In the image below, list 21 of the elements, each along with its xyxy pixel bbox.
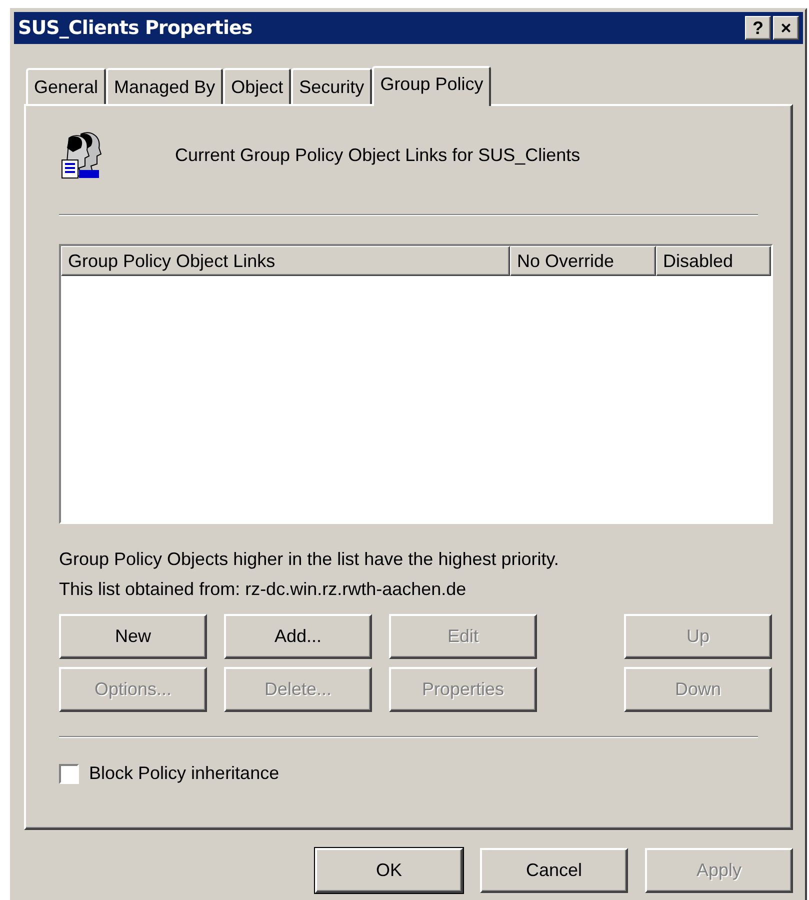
column-header[interactable]: Disabled [656, 246, 771, 276]
close-button[interactable]: × [773, 16, 799, 40]
default-button[interactable]: OK [315, 848, 463, 893]
window-title: SUS_Clients Properties [18, 16, 252, 41]
checkbox[interactable] [59, 764, 79, 784]
info-text: Group Policy Objects higher in the list have the highest priority. [59, 548, 560, 571]
tab[interactable]: Object [223, 68, 292, 104]
tab[interactable]: Security [291, 68, 372, 104]
tab[interactable]: Group Policy [372, 66, 492, 106]
help-button[interactable]: ? [745, 16, 771, 40]
dialog-button[interactable]: New [59, 614, 207, 659]
users-icon [59, 130, 103, 180]
info-text: This list obtained from: rz-dc.win.rz.rwth-aachen.de [59, 578, 468, 601]
column-header[interactable]: Group Policy Object Links [61, 246, 510, 276]
column-header[interactable]: No Override [510, 246, 656, 276]
tab[interactable]: General [26, 68, 106, 104]
header-text: Current Group Policy Object Links for SUS_Clients [175, 144, 580, 167]
checkbox-label: Block Policy inheritance [89, 762, 280, 785]
tab[interactable]: Managed By [106, 68, 224, 104]
dialog-button[interactable]: Add... [224, 614, 372, 659]
dialog-button[interactable]: Cancel [480, 848, 628, 893]
